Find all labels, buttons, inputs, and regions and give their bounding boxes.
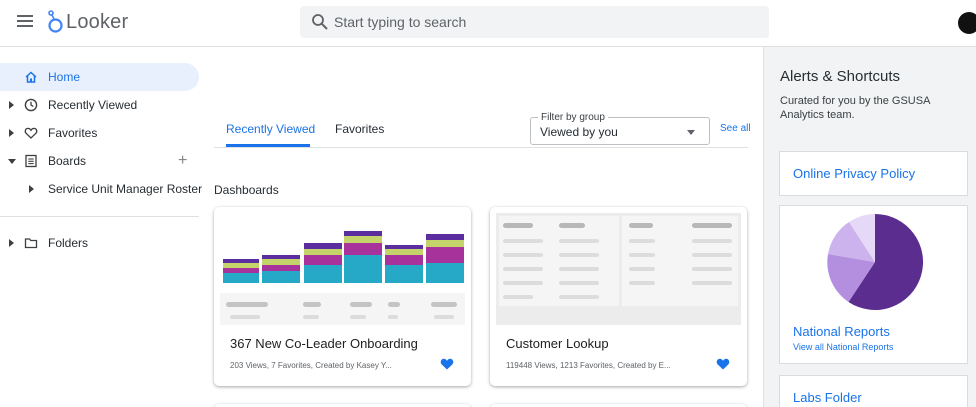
thumbnail-bar-segment	[426, 234, 464, 240]
avatar[interactable]	[958, 12, 976, 34]
sidebar-item-label: Service Unit Manager Roster	[48, 182, 203, 196]
heart-filled-icon[interactable]	[440, 357, 454, 370]
thumbnail-bar-segment	[304, 265, 342, 283]
thumbnail-bar-segment	[304, 255, 342, 265]
shortcut-card-labs-folder[interactable]: Labs Folder	[779, 375, 968, 407]
view-all-national-reports-link[interactable]: View all National Reports	[793, 342, 893, 352]
sidebar-item-favorites[interactable]: Favorites	[0, 119, 199, 147]
dashboard-thumbnail	[496, 213, 741, 325]
sidebar-item-label: Favorites	[48, 126, 98, 140]
filter-value: Viewed by you	[540, 125, 618, 139]
dashboard-card[interactable]: Customer Lookup 119448 Views, 1213 Favor…	[490, 207, 747, 386]
panel-title: Alerts & Shortcuts	[780, 68, 901, 85]
shortcut-card-online-privacy-policy[interactable]: Online Privacy Policy	[779, 151, 968, 196]
bar-chart-thumbnail	[220, 213, 465, 325]
thumbnail-bar-segment	[262, 271, 300, 283]
sidebar-item-label: Folders	[48, 236, 89, 250]
thumbnail-bar-segment	[344, 255, 382, 283]
top-bar: Looker	[0, 0, 976, 47]
card-title: 367 New Co-Leader Onboarding	[230, 336, 418, 351]
thumbnail-bar-segment	[223, 259, 259, 263]
add-board-icon[interactable]: +	[178, 153, 187, 169]
shortcut-card-national-reports[interactable]: National Reports View all National Repor…	[779, 205, 968, 364]
sidebar-item-folders[interactable]: Folders	[0, 229, 199, 257]
thumbnail-bar-segment	[223, 268, 259, 273]
thumbnail-bar-segment	[426, 247, 464, 263]
folder-icon	[24, 238, 38, 249]
thumbnail-bar-segment	[223, 263, 259, 268]
card-meta: 119448 Views, 1213 Favorites, Created by…	[506, 361, 671, 370]
main-content: Recently Viewed Favorites Filter by grou…	[199, 47, 763, 407]
thumbnail-bar-segment	[262, 265, 300, 271]
section-title: Dashboards	[214, 183, 279, 197]
table-thumbnail	[496, 213, 741, 325]
tabs-divider	[214, 147, 748, 148]
tab-recently-viewed[interactable]: Recently Viewed	[226, 122, 315, 136]
clock-icon	[24, 98, 38, 112]
shortcut-title[interactable]: Labs Folder	[793, 390, 862, 405]
thumbnail-bar-segment	[426, 263, 464, 283]
board-icon	[25, 154, 37, 168]
thumbnail-bar-segment	[344, 236, 382, 243]
search-icon	[312, 14, 328, 30]
search-bar[interactable]	[300, 6, 769, 38]
expand-caret-icon[interactable]	[9, 129, 14, 137]
thumbnail-bar-segment	[262, 255, 300, 259]
filter-by-group-select[interactable]: Filter by group Viewed by you	[530, 112, 710, 145]
thumbnail-bar-segment	[385, 249, 423, 255]
sidebar-divider	[0, 216, 199, 217]
app-name: Looker	[66, 10, 129, 33]
tab-favorites[interactable]: Favorites	[335, 122, 384, 136]
sidebar-item-label: Recently Viewed	[48, 98, 138, 112]
dashboard-card[interactable]: 367 New Co-Leader Onboarding 203 Views, …	[214, 207, 471, 386]
home-icon	[25, 71, 37, 83]
collapse-caret-icon[interactable]	[8, 159, 16, 164]
expand-caret-icon[interactable]	[29, 185, 34, 193]
thumbnail-bar-segment	[344, 243, 382, 255]
thumbnail-bar-segment	[344, 231, 382, 236]
looker-logo[interactable]: Looker	[47, 9, 128, 35]
sidebar-item-service-unit-manager-roster[interactable]: Service Unit Manager Roster	[0, 175, 203, 203]
alerts-shortcuts-panel: Alerts & Shortcuts Curated for you by th…	[763, 47, 976, 407]
thumbnail-bar-segment	[385, 255, 423, 265]
sidebar-item-home[interactable]: Home	[0, 63, 199, 91]
card-meta: 203 Views, 7 Favorites, Created by Kasey…	[230, 361, 392, 370]
panel-subtitle: Curated for you by the GSUSA Analytics t…	[780, 95, 930, 121]
thumbnail-bar-segment	[223, 273, 259, 283]
filter-label: Filter by group	[538, 112, 608, 123]
thumbnail-bar-segment	[304, 249, 342, 255]
thumbnail-bar-segment	[304, 243, 342, 249]
expand-caret-icon[interactable]	[9, 239, 14, 247]
heart-filled-icon[interactable]	[716, 357, 730, 370]
chevron-down-icon	[687, 130, 695, 135]
heart-outline-icon	[24, 127, 38, 139]
shortcut-title[interactable]: Online Privacy Policy	[793, 166, 915, 181]
expand-caret-icon[interactable]	[9, 101, 14, 109]
see-all-link[interactable]: See all	[720, 123, 751, 134]
sidebar-item-recently-viewed[interactable]: Recently Viewed	[0, 91, 199, 119]
sidebar-item-label: Boards	[48, 154, 87, 168]
thumbnail-bar-segment	[385, 245, 423, 249]
thumbnail-bar-segment	[262, 259, 300, 265]
hamburger-menu-icon[interactable]	[17, 15, 33, 27]
thumbnail-bar-segment	[385, 265, 423, 283]
pie-chart-thumbnail	[827, 213, 924, 310]
thumbnail-bar-segment	[426, 240, 464, 247]
dashboard-thumbnail	[220, 213, 465, 325]
card-title: Customer Lookup	[506, 336, 609, 351]
search-input[interactable]	[334, 6, 754, 38]
left-nav: Home Recently Viewed Favorites Boards + …	[0, 47, 203, 407]
sidebar-item-label: Home	[48, 70, 81, 84]
looker-logo-icon	[48, 10, 63, 33]
shortcut-title[interactable]: National Reports	[793, 324, 890, 339]
sidebar-item-boards[interactable]: Boards +	[0, 147, 199, 175]
